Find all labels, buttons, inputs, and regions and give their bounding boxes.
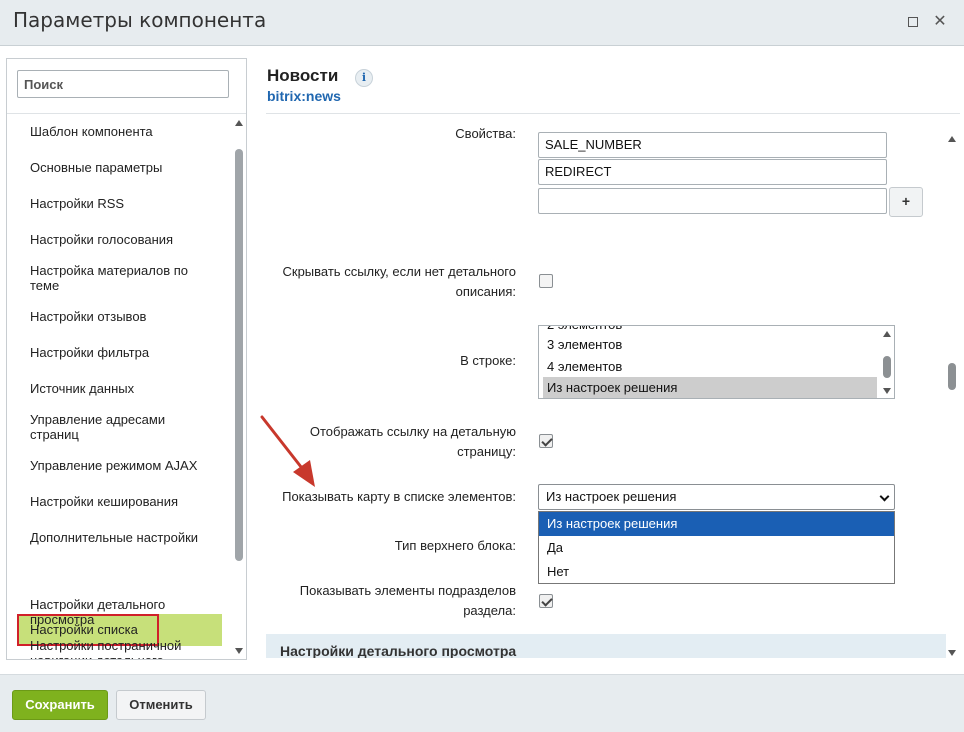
scroll-thumb[interactable] xyxy=(948,363,956,390)
dropdown-option-yes[interactable]: Да xyxy=(539,536,894,560)
property-field-2[interactable]: REDIRECT xyxy=(538,159,887,185)
property-field-3[interactable] xyxy=(538,188,887,214)
dialog-title: Параметры компонента xyxy=(13,8,267,32)
scroll-down-icon[interactable] xyxy=(883,388,891,394)
show-detail-link-label: Отображать ссылку на детальную страницу: xyxy=(309,424,516,459)
scroll-up-icon[interactable] xyxy=(948,136,956,142)
info-icon[interactable]: i xyxy=(355,69,373,87)
show-map-dropdown[interactable]: Из настроек решения Да Нет xyxy=(538,511,895,584)
select-value: Из настроек решения xyxy=(546,489,677,504)
params-scrollbar[interactable] xyxy=(945,130,959,658)
properties-label: Свойства: xyxy=(455,126,516,141)
sidebar-scrollbar[interactable] xyxy=(233,115,245,659)
scroll-down-icon[interactable] xyxy=(948,650,956,656)
sidebar-item-template[interactable]: Шаблон компонента xyxy=(30,124,215,139)
list-item[interactable]: 3 элементов xyxy=(543,334,877,355)
sidebar-item-detail[interactable]: Настройки детального просмотра xyxy=(30,597,215,627)
dialog-footer: Сохранить Отменить xyxy=(0,674,964,732)
maximize-icon[interactable] xyxy=(904,13,922,31)
show-map-select[interactable]: Из настроек решения xyxy=(538,484,895,510)
sidebar-item-datasource[interactable]: Источник данных xyxy=(30,381,215,396)
cancel-button[interactable]: Отменить xyxy=(116,690,206,720)
component-name: Новости xyxy=(267,66,339,85)
section-detail-view[interactable]: Настройки детального просмотра xyxy=(266,634,946,658)
scroll-up-icon[interactable] xyxy=(883,331,891,337)
sidebar-item-filter[interactable]: Настройки фильтра xyxy=(30,345,215,360)
chevron-down-icon xyxy=(879,491,890,502)
hide-link-checkbox[interactable] xyxy=(539,274,553,288)
sidebar-item-reviews[interactable]: Настройки отзывов xyxy=(30,309,215,324)
list-item-selected[interactable]: Из настроек решения xyxy=(543,377,877,398)
scroll-thumb[interactable] xyxy=(883,356,891,378)
dropdown-option-no[interactable]: Нет xyxy=(539,560,894,584)
component-code: bitrix:news xyxy=(267,88,341,104)
sidebar-list: Шаблон компонента Основные параметры Нас… xyxy=(7,115,232,659)
sidebar-item-main[interactable]: Основные параметры xyxy=(30,160,215,175)
sidebar-item-ajax[interactable]: Управление режимом AJAX xyxy=(30,458,215,473)
show-map-label: Показывать карту в списке элементов: xyxy=(282,489,516,504)
show-subsection-checkbox[interactable] xyxy=(539,594,553,608)
params-panel: Свойства: SALE_NUMBER REDIRECT + Скрыват… xyxy=(266,114,946,658)
dropdown-option-default[interactable]: Из настроек решения xyxy=(539,512,894,536)
sidebar-item-related[interactable]: Настройка материалов по теме xyxy=(30,263,215,293)
save-button[interactable]: Сохранить xyxy=(12,690,108,720)
sidebar-item-pagenav[interactable]: Настройки постраничной навигации детальн… xyxy=(30,638,215,659)
listbox-scrollbar[interactable] xyxy=(880,326,894,398)
top-block-type-label: Тип верхнего блока: xyxy=(394,538,516,553)
property-field-1[interactable]: SALE_NUMBER xyxy=(538,132,887,158)
sidebar-item-voting[interactable]: Настройки голосования xyxy=(30,232,215,247)
sidebar-item-additional[interactable]: Дополнительные настройки xyxy=(30,530,215,545)
sidebar-search xyxy=(7,59,246,114)
close-icon[interactable]: ✕ xyxy=(931,13,949,31)
sidebar-item-sef[interactable]: Управление адресами страниц xyxy=(30,412,215,442)
hide-link-label: Скрывать ссылку, если нет детального опи… xyxy=(282,264,517,299)
in-row-listbox[interactable]: 2 элементов 3 элементов 4 элементов Из н… xyxy=(538,325,895,399)
scroll-up-icon[interactable] xyxy=(235,120,243,126)
sidebar-item-cache[interactable]: Настройки кеширования xyxy=(30,494,215,509)
dialog-titlebar: Параметры компонента ✕ xyxy=(0,0,964,46)
scroll-thumb[interactable] xyxy=(235,149,243,561)
add-property-button[interactable]: + xyxy=(889,187,923,217)
settings-sidebar: Шаблон компонента Основные параметры Нас… xyxy=(6,58,247,660)
show-detail-link-checkbox[interactable] xyxy=(539,434,553,448)
sidebar-item-rss[interactable]: Настройки RSS xyxy=(30,196,215,211)
list-item[interactable]: 4 элементов xyxy=(543,356,877,377)
section-title: Настройки детального просмотра xyxy=(280,643,517,658)
scroll-down-icon[interactable] xyxy=(235,648,243,654)
search-input[interactable] xyxy=(17,70,229,98)
in-row-label: В строке: xyxy=(460,353,516,368)
show-subsection-label: Показывать элементы подразделов раздела: xyxy=(299,583,516,618)
